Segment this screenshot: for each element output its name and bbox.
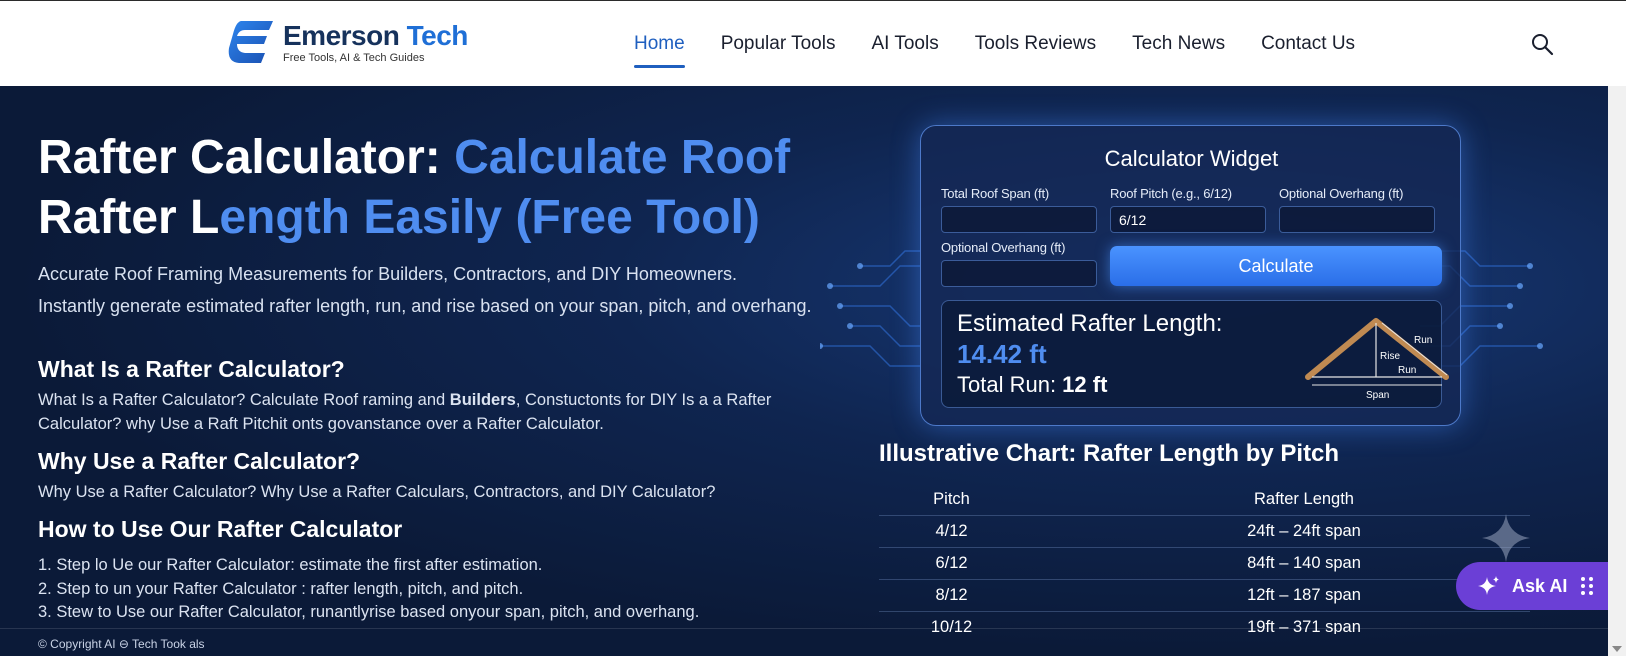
how-to-steps-list: 1. Step lo Ue our Rafter Calculator: est… xyxy=(38,554,798,625)
nav-home[interactable]: Home xyxy=(634,1,685,87)
diagram-span-label: Span xyxy=(1366,390,1389,401)
logo-e-icon xyxy=(228,21,273,63)
section-text-why: Why Use a Rafter Calculator? Why Use a R… xyxy=(38,483,716,501)
search-icon[interactable] xyxy=(1530,32,1554,56)
step-item-3: 3. Stew to Use our Rafter Calculator, ru… xyxy=(38,603,700,621)
page-title: Rafter Calculator: Calculate Roof Rafter… xyxy=(38,131,791,244)
table-cell-length: 24ft – 24ft span xyxy=(1247,522,1361,540)
table-row: 10/12 19ft – 371 span xyxy=(879,612,1530,634)
section-text-what: What Is a Rafter Calculator? Calculate R… xyxy=(38,391,772,433)
section-title-how: How to Use Our Rafter Calculator xyxy=(38,516,403,542)
span-input[interactable] xyxy=(941,206,1097,233)
span-field-label: Total Roof Span (ft) xyxy=(941,186,1049,201)
table-row: 6/12 84ft – 140 span xyxy=(879,548,1530,580)
diagram-run-label: Run xyxy=(1398,365,1416,376)
nav-tech-news[interactable]: Tech News xyxy=(1132,1,1225,87)
overhang-field-label-2: Optional Overhang (ft) xyxy=(941,240,1066,255)
section-title-what: What Is a Rafter Calculator? xyxy=(38,356,345,382)
table-header-rafter-length: Rafter Length xyxy=(1254,490,1354,508)
hero-lead: Accurate Roof Framing Measurements for B… xyxy=(38,258,838,322)
hero-lead-line-2: Instantly generate estimated rafter leng… xyxy=(38,296,812,316)
table-cell-length: 84ft – 140 span xyxy=(1247,554,1361,572)
rafter-diagram-icon: Run Rise Run Span xyxy=(1305,318,1449,401)
scroll-down-arrow-icon[interactable] xyxy=(1612,646,1622,652)
main-nav: Home Popular Tools AI Tools Tools Review… xyxy=(634,1,1391,87)
overhang-field-label: Optional Overhang (ft) xyxy=(1279,186,1404,201)
widget-title: Calculator Widget xyxy=(1104,146,1279,171)
step-item-2: 2. Step to un your Rafter Calculator : r… xyxy=(38,579,524,598)
nav-contact-us[interactable]: Contact Us xyxy=(1261,1,1355,87)
sparkle-icon xyxy=(1482,514,1530,562)
result-panel: Estimated Rafter Length: 14.42 ft Total … xyxy=(941,300,1449,408)
section-title-why: Why Use a Rafter Calculator? xyxy=(38,448,361,474)
hero-lead-line-1: Accurate Roof Framing Measurements for B… xyxy=(38,264,737,284)
rafter-length-table: Pitch Rafter Length 4/12 24ft – 24ft spa… xyxy=(879,484,1530,634)
table-cell-pitch: 6/12 xyxy=(935,554,968,572)
drag-handle-icon[interactable] xyxy=(1580,576,1594,596)
diagram-rise-label: Rise xyxy=(1380,351,1400,362)
table-header-row: Pitch Rafter Length xyxy=(879,484,1530,516)
page-scrollbar[interactable] xyxy=(1608,86,1626,656)
total-run: Total Run: 12 ft xyxy=(957,372,1108,397)
site-logo[interactable]: Emerson Tech Free Tools, AI & Tech Guide… xyxy=(227,19,468,65)
table-row: 4/12 24ft – 24ft span xyxy=(879,516,1530,548)
pitch-field-label: Roof Pitch (e.g., 6/12) xyxy=(1110,186,1232,201)
copyright-text: © Copyright AI ⊖ Tech Took als xyxy=(38,637,205,651)
table-cell-length: 19ft – 371 span xyxy=(1247,618,1361,634)
overhang-input-2[interactable] xyxy=(941,260,1097,287)
table-cell-pitch: 4/12 xyxy=(935,522,968,540)
calculate-button[interactable]: Calculate xyxy=(1110,246,1442,286)
chart-title: Illustrative Chart: Rafter Length by Pit… xyxy=(879,440,1340,467)
result-value: 14.42 ft xyxy=(957,339,1047,369)
table-cell-length: 12ft – 187 span xyxy=(1247,586,1361,604)
table-cell-pitch: 10/12 xyxy=(930,618,973,634)
logo-subtitle: Free Tools, AI & Tech Guides xyxy=(283,51,425,64)
ask-ai-button[interactable]: Ask AI xyxy=(1456,562,1608,610)
table-cell-pitch: 8/12 xyxy=(935,586,968,604)
site-header: Emerson Tech Free Tools, AI & Tech Guide… xyxy=(0,0,1626,86)
ai-sparkle-icon xyxy=(1478,576,1499,595)
table-header-pitch: Pitch xyxy=(933,490,970,508)
nav-popular-tools[interactable]: Popular Tools xyxy=(721,1,836,87)
ask-ai-label: Ask AI xyxy=(1512,576,1568,596)
pitch-input[interactable] xyxy=(1110,206,1266,233)
result-label: Estimated Rafter Length: xyxy=(957,310,1223,337)
table-row: 8/12 12ft – 187 span xyxy=(879,580,1530,612)
logo-title: Emerson Tech xyxy=(283,19,468,51)
diagram-run-top-label: Run xyxy=(1414,335,1432,346)
nav-tools-reviews[interactable]: Tools Reviews xyxy=(975,1,1096,87)
calculator-widget: Calculator Widget Total Roof Span (ft) R… xyxy=(920,125,1461,426)
nav-ai-tools[interactable]: AI Tools xyxy=(871,1,938,87)
step-item-1: 1. Step lo Ue our Rafter Calculator: est… xyxy=(38,556,543,574)
overhang-input[interactable] xyxy=(1279,206,1435,233)
